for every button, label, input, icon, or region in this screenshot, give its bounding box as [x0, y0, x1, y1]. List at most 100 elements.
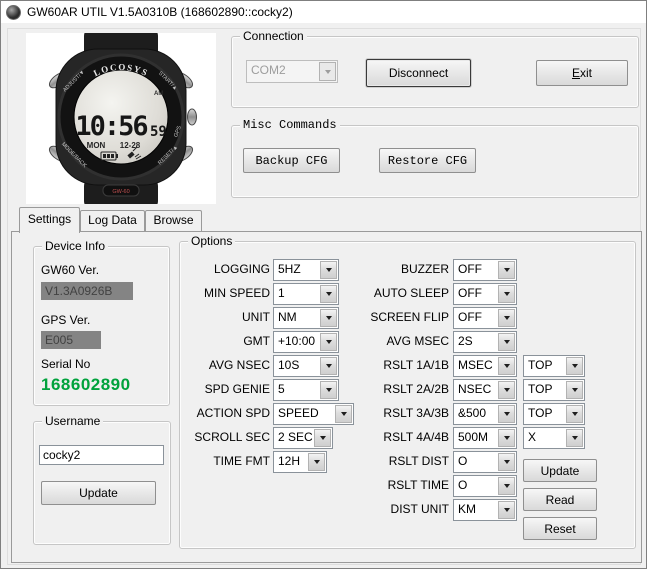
dropdown-arrow-icon[interactable] [320, 285, 337, 303]
min-speed-value: 1 [278, 284, 319, 303]
rslt-4b-value: X [528, 428, 565, 447]
tab-settings-label: Settings [28, 212, 71, 226]
option-row-rslt-1a1b: RSLT 1A/1B MSEC TOP [361, 355, 636, 375]
serial-no-value: 168602890 [41, 375, 131, 395]
options-reset-button[interactable]: Reset [523, 517, 597, 540]
action-spd-label: ACTION SPD [181, 403, 270, 423]
dropdown-arrow-icon[interactable] [566, 405, 583, 423]
watch-seconds: 59 [150, 124, 167, 140]
screen-flip-select[interactable]: OFF [453, 307, 517, 329]
dropdown-arrow-icon[interactable] [498, 309, 515, 327]
option-row-rslt-2a2b: RSLT 2A/2B NSEC TOP [361, 379, 636, 399]
exit-button[interactable]: Exit [536, 60, 628, 86]
dropdown-arrow-icon[interactable] [566, 381, 583, 399]
rslt-dist-value: O [458, 452, 497, 471]
scroll-sec-select[interactable]: 2 SEC [273, 427, 333, 449]
spd-genie-select[interactable]: 5 [273, 379, 339, 401]
rslt-3a-select[interactable]: &500 [453, 403, 517, 425]
dropdown-arrow-icon[interactable] [320, 309, 337, 327]
dropdown-arrow-icon[interactable] [498, 501, 515, 519]
tab-browse-label: Browse [153, 213, 193, 227]
restore-cfg-button[interactable]: Restore CFG [379, 148, 476, 173]
gw60-ver-label: GW60 Ver. [41, 263, 99, 277]
dropdown-arrow-icon[interactable] [335, 405, 352, 423]
avg-msec-value: 2S [458, 332, 497, 351]
watch-meridiem: AM [154, 91, 163, 97]
dropdown-arrow-icon[interactable] [498, 429, 515, 447]
gw60-ver-value: V1.3A0926B [41, 282, 133, 300]
dropdown-arrow-icon[interactable] [566, 429, 583, 447]
options-read-button[interactable]: Read [523, 488, 597, 511]
rslt-4a-select[interactable]: 500M [453, 427, 517, 449]
watch-date: 12-28 [120, 141, 141, 150]
avg-msec-select[interactable]: 2S [453, 331, 517, 353]
rslt-3b-select[interactable]: TOP [523, 403, 585, 425]
dropdown-arrow-icon[interactable] [498, 285, 515, 303]
screen-flip-label: SCREEN FLIP [361, 307, 449, 327]
options-group-label: Options [188, 234, 235, 248]
rslt-2b-select[interactable]: TOP [523, 379, 585, 401]
dropdown-arrow-icon[interactable] [320, 333, 337, 351]
dropdown-arrow-icon[interactable] [314, 429, 331, 447]
avg-nsec-select[interactable]: 10S [273, 355, 339, 377]
rslt-time-select[interactable]: O [453, 475, 517, 497]
dropdown-arrow-icon[interactable] [498, 381, 515, 399]
options-reset-label: Reset [544, 522, 575, 536]
rslt-2a-value: NSEC [458, 380, 497, 399]
action-spd-select[interactable]: SPEED [273, 403, 354, 425]
dropdown-arrow-icon[interactable] [498, 357, 515, 375]
rslt-4b-select[interactable]: X [523, 427, 585, 449]
rslt-1a-select[interactable]: MSEC [453, 355, 517, 377]
dropdown-arrow-icon[interactable] [498, 453, 515, 471]
rslt-4a-value: 500M [458, 428, 497, 447]
gmt-label: GMT [181, 331, 270, 351]
unit-select[interactable]: NM [273, 307, 339, 329]
dropdown-arrow-icon[interactable] [308, 453, 325, 471]
disconnect-button-label: Disconnect [389, 66, 448, 80]
auto-sleep-value: OFF [458, 284, 497, 303]
username-update-button[interactable]: Update [41, 481, 156, 505]
scroll-sec-value: 2 SEC [278, 428, 313, 447]
dropdown-arrow-icon[interactable] [498, 333, 515, 351]
option-row-rslt-3a3b: RSLT 3A/3B &500 TOP [361, 403, 636, 423]
auto-sleep-select[interactable]: OFF [453, 283, 517, 305]
rslt-4a4b-label: RSLT 4A/4B [361, 427, 449, 447]
logging-select[interactable]: 5HZ [273, 259, 339, 281]
time-fmt-select[interactable]: 12H [273, 451, 327, 473]
disconnect-button[interactable]: Disconnect [366, 59, 471, 87]
rslt-dist-select[interactable]: O [453, 451, 517, 473]
exit-button-label: Exit [572, 66, 592, 80]
rslt-2a-select[interactable]: NSEC [453, 379, 517, 401]
dropdown-arrow-icon[interactable] [320, 261, 337, 279]
dropdown-arrow-icon[interactable] [320, 357, 337, 375]
option-row-avg-msec: AVG MSEC 2S [361, 331, 636, 351]
username-input[interactable] [39, 445, 164, 465]
dropdown-arrow-icon[interactable] [498, 477, 515, 495]
rslt-1b-select[interactable]: TOP [523, 355, 585, 377]
dropdown-arrow-icon[interactable] [566, 357, 583, 375]
backup-cfg-button[interactable]: Backup CFG [243, 148, 340, 173]
dist-unit-value: KM [458, 500, 497, 519]
options-update-button[interactable]: Update [523, 459, 597, 482]
app-watch-icon [6, 5, 21, 20]
buzzer-label: BUZZER [361, 259, 449, 279]
min-speed-select[interactable]: 1 [273, 283, 339, 305]
rslt-1a-value: MSEC [458, 356, 497, 375]
buzzer-select[interactable]: OFF [453, 259, 517, 281]
tab-log-data[interactable]: Log Data [80, 210, 145, 231]
gmt-select[interactable]: +10:00 [273, 331, 339, 353]
watch-product-image: LOCOSYS ADJUST/▼ START/▲ MODE/BACK RESET… [26, 33, 216, 204]
tab-settings[interactable]: Settings [19, 207, 80, 233]
dist-unit-select[interactable]: KM [453, 499, 517, 521]
tab-browse[interactable]: Browse [145, 210, 202, 231]
gps-ver-value: E005 [41, 331, 101, 349]
dropdown-arrow-icon[interactable] [320, 381, 337, 399]
dropdown-arrow-icon[interactable] [498, 405, 515, 423]
time-fmt-label: TIME FMT [181, 451, 270, 471]
unit-value: NM [278, 308, 319, 327]
serial-no-label: Serial No [41, 357, 90, 371]
rslt-1a1b-label: RSLT 1A/1B [361, 355, 449, 375]
gps-ver-label: GPS Ver. [41, 313, 90, 327]
dropdown-arrow-icon[interactable] [498, 261, 515, 279]
time-fmt-value: 12H [278, 452, 307, 471]
